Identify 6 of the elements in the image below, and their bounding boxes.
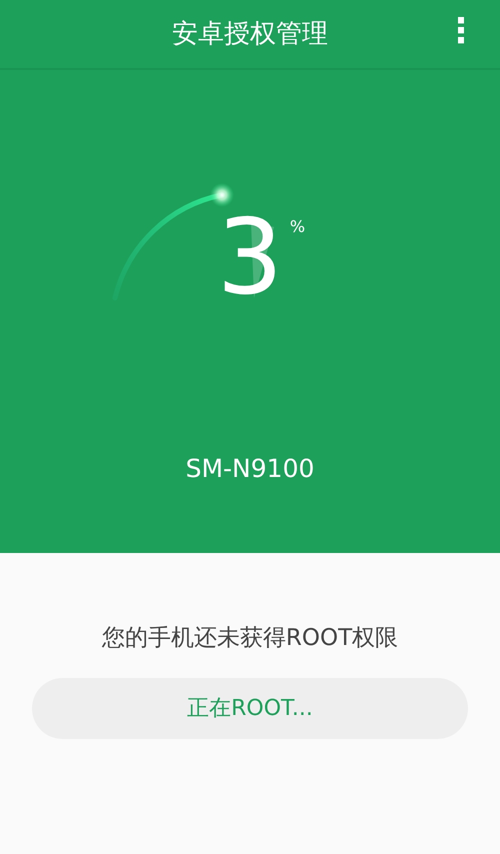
device-model: SM-N9100 — [186, 453, 314, 485]
overflow-menu-button[interactable]: ⋮ — [440, 14, 482, 48]
root-status-message: 您的手机还未获得ROOT权限 — [102, 624, 398, 653]
app-title: 安卓授权管理 — [172, 18, 328, 50]
percent-sign: % — [290, 216, 306, 238]
progress-percent: 3 — [216, 196, 284, 318]
